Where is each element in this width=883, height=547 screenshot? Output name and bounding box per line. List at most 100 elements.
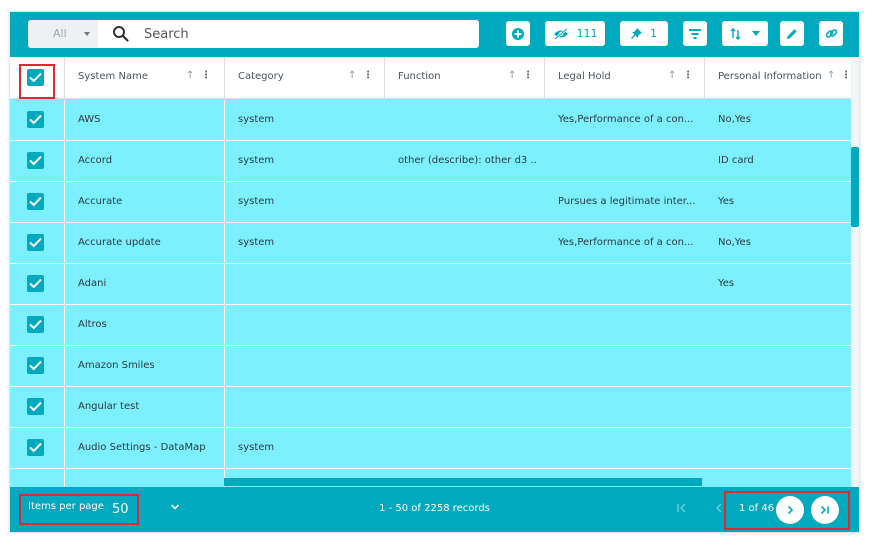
eye-off-icon xyxy=(553,27,568,40)
row-select-cell xyxy=(10,469,65,487)
category-cell xyxy=(225,264,385,304)
highlight-select-all xyxy=(19,64,55,99)
link-button[interactable] xyxy=(819,21,843,46)
personal-information-cell: Yes xyxy=(705,264,851,304)
personal-information-cell: No,Yes xyxy=(705,223,851,263)
row-checkbox[interactable] xyxy=(27,316,44,333)
table-row[interactable]: Audio Settings - DataMap system xyxy=(10,428,851,469)
column-menu-icon[interactable]: ⋮ xyxy=(683,70,693,81)
sort-up-icon[interactable]: ↑ xyxy=(508,70,516,81)
table-row[interactable]: Angular test xyxy=(10,387,851,428)
table-row[interactable]: Altros xyxy=(10,305,851,346)
column-header-label: Category xyxy=(238,71,284,82)
row-checkbox[interactable] xyxy=(27,111,44,128)
scope-select[interactable]: All xyxy=(28,20,98,48)
row-checkbox[interactable] xyxy=(27,357,44,374)
cell-text: Accord xyxy=(78,155,113,166)
category-cell: system xyxy=(225,182,385,222)
cell-text: Yes,Performance of a con... xyxy=(558,114,694,125)
personal-information-cell xyxy=(705,387,851,427)
system-name-cell: Accurate update xyxy=(65,223,225,263)
column-menu-icon[interactable]: ⋮ xyxy=(841,70,851,81)
column-header-label: Legal Hold xyxy=(558,71,611,82)
table-row[interactable]: Amazon Smiles xyxy=(10,346,851,387)
cell-text: other (describe): other d3 ... xyxy=(398,155,536,166)
personal-information-cell xyxy=(705,305,851,345)
legal-hold-cell: Yes,Performance of a con... xyxy=(545,223,705,263)
vertical-scrollbar-thumb[interactable] xyxy=(851,147,859,227)
sort-up-icon[interactable]: ↑ xyxy=(827,70,835,81)
cell-text: system xyxy=(238,196,275,207)
row-checkbox[interactable] xyxy=(27,275,44,292)
sort-up-icon[interactable]: ↑ xyxy=(348,70,356,81)
check-icon xyxy=(29,360,42,371)
cell-text: AWS xyxy=(78,114,101,125)
pinned-columns-count: 1 xyxy=(650,27,657,40)
filter-button[interactable] xyxy=(683,21,707,46)
column-header-system-name[interactable]: System Name ↑ ⋮ xyxy=(65,57,225,99)
personal-information-cell: No,Yes xyxy=(705,100,851,140)
row-checkbox[interactable] xyxy=(27,193,44,210)
legal-hold-cell xyxy=(545,387,705,427)
column-menu-icon[interactable]: ⋮ xyxy=(201,70,211,81)
cell-text: Adani xyxy=(78,278,107,289)
legal-hold-cell xyxy=(545,141,705,181)
system-name-cell: AWS xyxy=(65,100,225,140)
search-input[interactable] xyxy=(144,24,464,44)
table-row[interactable]: Accurate system Pursues a legitimate int… xyxy=(10,182,851,223)
legal-hold-cell: Yes,Performance of a con... xyxy=(545,100,705,140)
cell-text: system xyxy=(238,155,275,166)
personal-information-cell: ID card xyxy=(705,141,851,181)
personal-information-cell xyxy=(705,346,851,386)
column-header-label: System Name xyxy=(78,71,148,82)
function-cell xyxy=(385,223,545,263)
vertical-scrollbar-track[interactable] xyxy=(851,57,859,487)
category-cell: system xyxy=(225,428,385,468)
add-button[interactable] xyxy=(506,21,530,46)
column-header-function[interactable]: Function ↑ ⋮ xyxy=(385,57,545,99)
cell-text: Yes xyxy=(718,278,735,289)
row-checkbox[interactable] xyxy=(27,398,44,415)
column-header-legal-hold[interactable]: Legal Hold ↑ ⋮ xyxy=(545,57,705,99)
check-icon xyxy=(29,319,42,330)
table-row[interactable]: Adani Yes xyxy=(10,264,851,305)
category-cell: system xyxy=(225,223,385,263)
system-name-cell: Amazon Smiles xyxy=(65,346,225,386)
function-cell xyxy=(385,387,545,427)
sort-up-icon[interactable]: ↑ xyxy=(186,70,194,81)
search-box: All xyxy=(28,20,479,48)
legal-hold-cell: Pursues a legitimate inter... xyxy=(545,182,705,222)
row-select-cell xyxy=(10,346,65,386)
sort-up-icon[interactable]: ↑ xyxy=(668,70,676,81)
personal-information-cell: Yes xyxy=(705,182,851,222)
previous-page-icon[interactable] xyxy=(714,502,724,514)
system-name-cell: Altros xyxy=(65,305,225,345)
row-checkbox[interactable] xyxy=(27,152,44,169)
edit-button[interactable] xyxy=(780,21,804,46)
column-menu-icon[interactable]: ⋮ xyxy=(363,70,373,81)
hidden-columns-button[interactable]: 111 xyxy=(545,21,605,46)
horizontal-scrollbar-thumb[interactable] xyxy=(224,478,702,486)
check-icon xyxy=(29,401,42,412)
row-checkbox[interactable] xyxy=(27,234,44,251)
row-checkbox[interactable] xyxy=(27,439,44,456)
filter-icon xyxy=(689,28,701,39)
pinned-columns-button[interactable]: 1 xyxy=(620,21,668,46)
column-header-personal-information[interactable]: Personal Information ↑ ⋮ xyxy=(705,57,851,99)
cell-text: Pursues a legitimate inter... xyxy=(558,196,696,207)
table-row[interactable]: Accurate update system Yes,Performance o… xyxy=(10,223,851,264)
hidden-columns-count: 111 xyxy=(576,27,598,40)
function-cell xyxy=(385,305,545,345)
highlight-pagination xyxy=(724,491,850,530)
function-cell: other (describe): other d3 ... xyxy=(385,141,545,181)
column-menu-icon[interactable]: ⋮ xyxy=(523,70,533,81)
table-row[interactable]: Accord system other (describe): other d3… xyxy=(10,141,851,182)
table-row[interactable]: AWS system Yes,Performance of a con... N… xyxy=(10,100,851,141)
sort-menu-button[interactable] xyxy=(722,21,768,46)
cell-text: Yes,Performance of a con... xyxy=(558,237,694,248)
column-header-category[interactable]: Category ↑ ⋮ xyxy=(225,57,385,99)
first-page-icon[interactable] xyxy=(676,502,688,514)
legal-hold-cell xyxy=(545,305,705,345)
column-header-label: Personal Information xyxy=(718,71,822,82)
check-icon xyxy=(29,155,42,166)
